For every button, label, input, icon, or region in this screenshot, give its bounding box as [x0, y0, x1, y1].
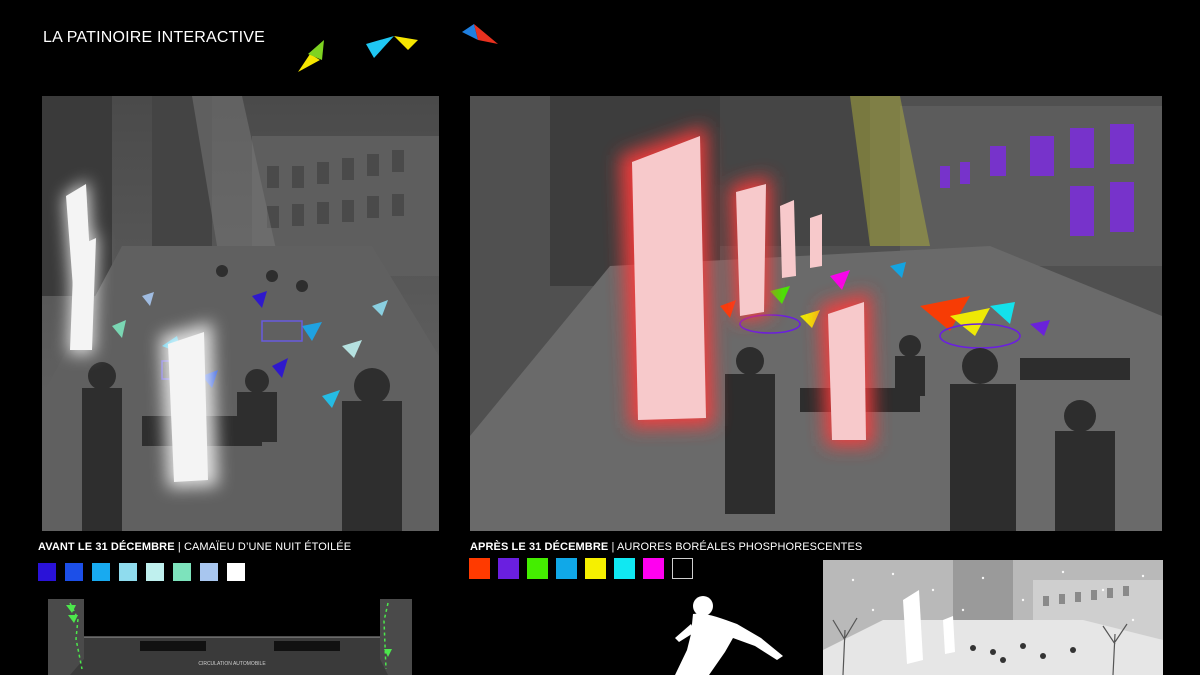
color-swatch: [173, 563, 191, 581]
color-swatch: [119, 563, 137, 581]
site-plan: CIRCULATION AUTOMOBILE: [48, 599, 412, 675]
color-swatch: [556, 558, 577, 579]
palette-before: [38, 563, 245, 581]
color-swatch: [92, 563, 110, 581]
caption-before-date: AVANT LE 31 DÉCEMBRE: [38, 541, 175, 553]
color-swatch: [65, 563, 83, 581]
caption-after: APRÈS LE 31 DÉCEMBRE | AURORES BORÉALES …: [470, 541, 862, 553]
caption-before: AVANT LE 31 DÉCEMBRE | CAMAÏEU D’UNE NUI…: [38, 541, 351, 553]
logo: [298, 24, 498, 72]
rink-sketch-before: [42, 96, 439, 531]
color-swatch: [527, 558, 548, 579]
caption-after-theme: | AURORES BORÉALES PHOSPHORESCENTES: [608, 541, 863, 553]
color-swatch: [614, 558, 635, 579]
skater-silhouette: [675, 596, 783, 675]
color-swatch: [498, 558, 519, 579]
after-rendering: [470, 96, 1162, 531]
color-swatch: [672, 558, 693, 579]
color-swatch: [643, 558, 664, 579]
page-title: LA PATINOIRE INTERACTIVE: [43, 29, 266, 46]
color-swatch: [227, 563, 245, 581]
caption-before-theme: | CAMAÏEU D’UNE NUIT ÉTOILÉE: [174, 541, 352, 553]
color-swatch: [200, 563, 218, 581]
road-label: CIRCULATION AUTOMOBILE: [198, 661, 266, 667]
rink-sketch-after: [470, 96, 1162, 531]
color-swatch: [469, 558, 490, 579]
caption-after-date: APRÈS LE 31 DÉCEMBRE: [470, 541, 609, 553]
color-swatch: [38, 563, 56, 581]
palette-after: [469, 558, 693, 579]
color-swatch: [585, 558, 606, 579]
winter-rendering-thumbnail: [823, 560, 1163, 675]
before-rendering: [42, 96, 439, 531]
color-swatch: [146, 563, 164, 581]
